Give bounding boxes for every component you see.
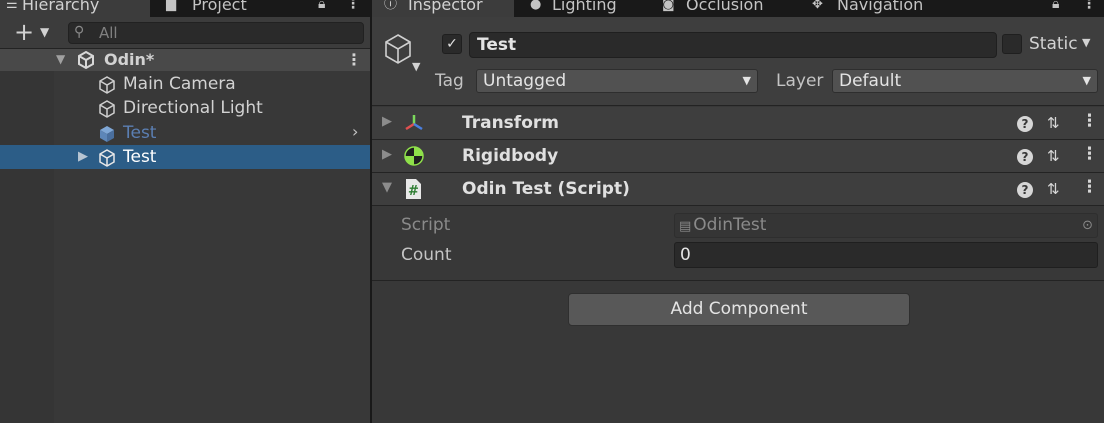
foldout-arrow-icon[interactable]: ▼	[56, 52, 65, 66]
hierarchy-panel: ☰ Hierarchy ▆ Project 🔒︎ ⋮ + ▼ ⚲ ▼ Odin*…	[0, 0, 370, 423]
chevron-down-icon[interactable]: ▼	[40, 25, 49, 39]
tab-inspector[interactable]: ⓘ Inspector	[372, 0, 514, 17]
tab-navigation-label: Navigation	[837, 0, 924, 14]
script-object-field[interactable]: ▤ OdinTest ⊙	[674, 213, 1098, 238]
folder-icon: ▆	[166, 0, 176, 12]
static-dropdown-caret-icon[interactable]: ▼	[1082, 36, 1090, 49]
tab-occlusion-label: Occlusion	[686, 0, 764, 14]
foldout-arrow-icon[interactable]: ▶	[382, 114, 392, 129]
list-icon: ☰	[6, 0, 18, 12]
tab-hierarchy[interactable]: ☰ Hierarchy	[0, 0, 150, 17]
gameobject-cube-icon	[97, 99, 117, 123]
object-picker-icon[interactable]: ⊙	[1082, 214, 1093, 237]
presets-icon[interactable]: ⇅	[1047, 114, 1060, 132]
search-icon: ⚲	[74, 24, 85, 40]
tag-dropdown[interactable]: Untagged ▼	[476, 69, 758, 93]
script-label: Script	[401, 215, 451, 235]
gameobject-header: ▼ ✓ Static ▼ Tag Untagged ▼ Layer Defaul…	[372, 17, 1104, 106]
count-field[interactable]	[674, 242, 1098, 268]
tab-navigation[interactable]: ✥ Navigation	[812, 0, 923, 17]
tag-label: Tag	[435, 71, 464, 91]
help-icon[interactable]: ?	[1017, 149, 1033, 165]
scene-name: Odin*	[104, 50, 155, 69]
component-divider	[372, 280, 1104, 281]
gameobject-cube-icon[interactable]	[383, 33, 413, 69]
component-header-odin-test[interactable]: ▼ # Odin Test (Script) ? ⇅ ⋮	[372, 173, 1104, 206]
script-icon: #	[403, 178, 423, 204]
panel-menu-icon[interactable]: ⋮	[1082, 0, 1096, 12]
gameobject-name-field[interactable]	[469, 32, 997, 58]
hierarchy-item-main-camera[interactable]: Main Camera	[0, 72, 370, 96]
chevron-down-icon[interactable]: ▼	[412, 60, 420, 73]
hierarchy-item-label: Test	[123, 147, 157, 167]
hierarchy-item-label: Main Camera	[123, 74, 236, 94]
hierarchy-item-label: Test	[123, 123, 157, 143]
tab-inspector-label: Inspector	[408, 0, 483, 14]
foldout-arrow-expanded-icon[interactable]: ▼	[382, 180, 392, 195]
transform-icon	[403, 112, 425, 138]
lock-icon[interactable]: 🔒︎	[318, 0, 325, 12]
component-title: Rigidbody	[462, 146, 559, 166]
occlusion-icon: ◙	[662, 0, 675, 12]
navigation-icon: ✥	[812, 0, 823, 12]
foldout-arrow-icon[interactable]: ▶	[382, 147, 392, 162]
hierarchy-item-label: Directional Light	[123, 98, 263, 118]
script-field-value: OdinTest	[693, 215, 767, 235]
hierarchy-item-test-prefab[interactable]: Test ›	[0, 121, 370, 145]
tab-lighting[interactable]: ● Lighting	[530, 0, 617, 17]
static-label: Static	[1029, 34, 1078, 54]
component-menu-icon[interactable]: ⋮	[1081, 144, 1098, 164]
layer-dropdown[interactable]: Default ▼	[832, 69, 1098, 93]
layer-dropdown-value: Default	[839, 71, 902, 91]
inspector-tab-bar: ⓘ Inspector ● Lighting ◙ Occlusion ✥ Nav…	[372, 0, 1104, 17]
foldout-arrow-icon[interactable]: ▶	[78, 149, 88, 164]
tab-occlusion[interactable]: ◙ Occlusion	[662, 0, 763, 17]
scene-row[interactable]: ▼ Odin* ⋮	[0, 49, 370, 71]
chevron-down-icon: ▼	[742, 74, 751, 87]
tag-dropdown-value: Untagged	[483, 71, 567, 91]
component-title: Odin Test (Script)	[462, 179, 630, 199]
component-menu-icon[interactable]: ⋮	[1081, 111, 1098, 131]
help-icon[interactable]: ?	[1017, 116, 1033, 132]
checkmark-icon: ✓	[446, 36, 458, 52]
tab-project-label: Project	[192, 0, 247, 14]
active-checkbox[interactable]: ✓	[442, 34, 462, 54]
hierarchy-item-test-selected[interactable]: ▶ Test	[0, 145, 370, 169]
rigidbody-icon	[403, 145, 425, 171]
inspector-panel: ⓘ Inspector ● Lighting ◙ Occlusion ✥ Nav…	[372, 0, 1104, 423]
tab-project[interactable]: ▆ Project	[166, 0, 247, 17]
hierarchy-toolbar: + ▼ ⚲	[0, 17, 370, 49]
info-icon: ⓘ	[384, 0, 398, 12]
add-component-button[interactable]: Add Component	[568, 293, 910, 326]
presets-icon[interactable]: ⇅	[1047, 180, 1060, 198]
component-header-rigidbody[interactable]: ▶ Rigidbody ? ⇅ ⋮	[372, 140, 1104, 173]
help-icon[interactable]: ?	[1017, 182, 1033, 198]
tab-lighting-label: Lighting	[552, 0, 617, 14]
unity-scene-icon	[76, 50, 96, 74]
tab-hierarchy-label: Hierarchy	[22, 0, 100, 14]
presets-icon[interactable]: ⇅	[1047, 147, 1060, 165]
search-input[interactable]	[99, 23, 349, 43]
hierarchy-tab-bar: ☰ Hierarchy ▆ Project 🔒︎ ⋮	[0, 0, 370, 17]
scene-menu-icon[interactable]: ⋮	[346, 50, 362, 69]
script-file-icon: ▤	[679, 219, 692, 234]
static-checkbox[interactable]	[1002, 34, 1022, 54]
chevron-right-icon[interactable]: ›	[352, 122, 358, 141]
component-menu-icon[interactable]: ⋮	[1081, 177, 1098, 197]
lightbulb-icon: ●	[530, 0, 542, 12]
layer-label: Layer	[776, 71, 824, 91]
create-button[interactable]: +	[14, 20, 34, 44]
gameobject-cube-icon	[97, 148, 117, 172]
panel-menu-icon[interactable]: ⋮	[346, 0, 360, 12]
search-box[interactable]: ⚲	[68, 22, 364, 44]
lock-icon[interactable]: 🔒︎	[1052, 0, 1059, 12]
svg-text:#: #	[408, 184, 419, 199]
chevron-down-icon: ▼	[1082, 74, 1091, 87]
count-label: Count	[401, 245, 452, 265]
hierarchy-item-directional-light[interactable]: Directional Light	[0, 96, 370, 120]
component-header-transform[interactable]: ▶ Transform ? ⇅ ⋮	[372, 107, 1104, 140]
component-title: Transform	[462, 113, 559, 133]
